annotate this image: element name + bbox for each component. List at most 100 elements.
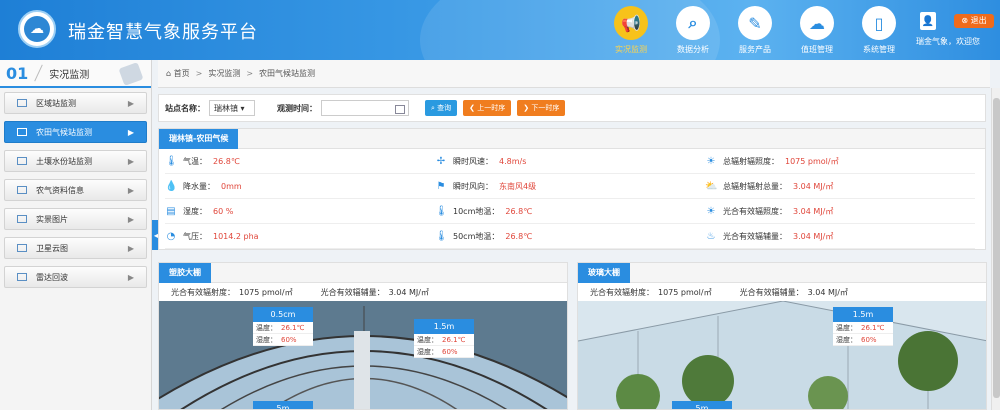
monitor-icon bbox=[17, 215, 27, 223]
metric-label: 总辐射辐照度： bbox=[723, 156, 779, 166]
section-number: 01 bbox=[6, 63, 29, 83]
metric-value: 1075 pmol/㎡ bbox=[785, 156, 839, 166]
phone-icon: ▯ bbox=[862, 6, 896, 40]
metric-label: 气压： bbox=[183, 231, 207, 241]
chevron-right-icon: ❯ bbox=[523, 104, 532, 112]
filter-bar: 站点名称： 瑞林镇 ▾ 观测时间： ⌕ 查询 ❮ 上一时序 ❯ 下一时序 bbox=[158, 94, 986, 122]
monitor-icon bbox=[17, 273, 27, 281]
scrollbar[interactable] bbox=[991, 88, 1000, 410]
metric-label: 气温： bbox=[183, 156, 207, 166]
metric-label: 瞬时风向： bbox=[453, 181, 493, 191]
station-metric: 🌡 50cm地温： 26.8℃ bbox=[435, 224, 705, 249]
prev-button[interactable]: ❮ 上一时序 bbox=[463, 100, 512, 116]
wind-flag-icon: ⚑ bbox=[436, 180, 446, 192]
metric-label: 总辐射辐射总量： bbox=[723, 181, 787, 191]
panel-stats: 光合有效辐射度： 1075 pmol/㎡ 光合有效辐辅量： 3.04 MJ/㎡ bbox=[171, 287, 429, 297]
search-icon: ⌕ bbox=[676, 6, 710, 40]
weather-logo-icon: ☁ bbox=[24, 16, 50, 42]
station-metric: ▤ 湿度： 60 % bbox=[165, 199, 435, 224]
greenhouse-illustration bbox=[159, 301, 567, 409]
chevron-right-icon: ▶ bbox=[127, 243, 134, 253]
station-metric: 🌡 气温： 26.8℃ bbox=[165, 149, 435, 174]
station-metric: ☀ 光合有效辐照度： 3.04 MJ/㎡ bbox=[705, 199, 975, 224]
station-metric: ⚑ 瞬时风向： 东南风4级 bbox=[435, 174, 705, 199]
monitor-icon bbox=[17, 99, 27, 107]
monitor-icon bbox=[17, 186, 27, 194]
sidebar: 01 实况监测 区域站监测 ▶ 农田气候站监测 ▶ 土壤水份站监测 ▶ 农气资料信息 ▶… bbox=[0, 60, 152, 410]
metric-value: 1014.2 pha bbox=[213, 231, 259, 241]
breadcrumb-home[interactable]: 首页 bbox=[174, 68, 190, 79]
monitor-icon bbox=[17, 244, 27, 252]
metric-label: 光合有效辐照度： bbox=[723, 206, 787, 216]
nav-item-system-management[interactable]: ▯ 系统管理 bbox=[848, 0, 910, 60]
station-tab[interactable]: 瑞林镇-农田气候 bbox=[159, 129, 239, 149]
megaphone-icon: 📢 bbox=[614, 6, 648, 40]
monitor-icon bbox=[17, 128, 27, 136]
nav-item-duty-management[interactable]: ☁ 值班管理 bbox=[786, 0, 848, 60]
monitor-icon bbox=[118, 62, 144, 86]
metric-value: 4.8m/s bbox=[499, 156, 527, 166]
time-input[interactable] bbox=[321, 100, 409, 116]
metric-value: 3.04 MJ/㎡ bbox=[793, 206, 834, 216]
sensor-0-5cm: 0.5cm 温度： 26.1℃ 湿度： 60% bbox=[253, 307, 313, 346]
scrollbar-thumb[interactable] bbox=[993, 98, 1000, 398]
thermometer-icon: 🌡 bbox=[165, 155, 178, 167]
query-button[interactable]: ⌕ 查询 bbox=[425, 100, 458, 116]
sidebar-item-farmland-station[interactable]: 农田气候站监测 ▶ bbox=[4, 121, 147, 143]
nav-item-service-products[interactable]: ✎ 服务产品 bbox=[724, 0, 786, 60]
metric-value: 26.8℃ bbox=[505, 231, 533, 241]
plastic-greenhouse-panel: 塑胶大棚 光合有效辐射度： 1075 pmol/㎡ 光合有效辐辅量： 3.04 MJ/… bbox=[158, 262, 568, 410]
breadcrumb: ⌂ 首页 > 实况监测 > 农田气候站监测 bbox=[158, 60, 990, 88]
station-metric: 🌡 10cm地温： 26.8℃ bbox=[435, 199, 705, 224]
wind-turbine-icon: ✢ bbox=[436, 155, 446, 167]
sidebar-item-radar[interactable]: 雷达回波 ▶ bbox=[4, 266, 147, 288]
time-label: 观测时间： bbox=[277, 103, 317, 113]
sidebar-menu: 区域站监测 ▶ 农田气候站监测 ▶ 土壤水份站监测 ▶ 农气资料信息 ▶ 实景图片 ▶ 卫… bbox=[0, 88, 151, 299]
cloud-icon: ☁ bbox=[800, 6, 834, 40]
breadcrumb-live[interactable]: 实况监测 bbox=[208, 68, 240, 79]
logout-button[interactable]: ⊗ 退出 bbox=[954, 14, 994, 28]
station-metric: 💧 降水量： 0mm bbox=[165, 174, 435, 199]
metric-value: 东南风4级 bbox=[499, 181, 537, 191]
chevron-right-icon: ▶ bbox=[127, 214, 134, 224]
metric-value: 60 % bbox=[213, 206, 234, 216]
station-select[interactable]: 瑞林镇 ▾ bbox=[209, 100, 255, 116]
humidity-icon: ▤ bbox=[166, 205, 176, 217]
monitor-icon bbox=[17, 157, 27, 165]
sidebar-item-live-images[interactable]: 实景图片 ▶ bbox=[4, 208, 147, 230]
main-nav: 📢 实况监测 ⌕ 数据分析 ✎ 服务产品 ☁ 值班管理 ▯ 系统管理 bbox=[600, 0, 910, 60]
divider bbox=[34, 64, 44, 82]
nav-item-live-monitoring[interactable]: 📢 实况监测 bbox=[600, 0, 662, 60]
app-title: 瑞金智慧气象服务平台 bbox=[68, 22, 258, 43]
greenhouse-photo: 0.5cm 温度： 26.1℃ 湿度： 60% 1.5m 温度： 26.1℃ 湿度： 60% 5… bbox=[159, 301, 567, 409]
greenhouse-photo: 1.5m 温度： 26.1℃ 湿度： 60% 5m bbox=[578, 301, 986, 409]
sidebar-item-soil-moisture[interactable]: 土壤水份站监测 ▶ bbox=[4, 150, 147, 172]
sensor-1-5m: 1.5m 温度： 26.1℃ 湿度： 60% bbox=[833, 307, 893, 346]
app-logo: ☁ bbox=[18, 10, 56, 48]
metric-label: 10cm地温： bbox=[453, 206, 500, 216]
sidebar-item-regional-station[interactable]: 区域站监测 ▶ bbox=[4, 92, 147, 114]
metric-label: 瞬时风速： bbox=[453, 156, 493, 166]
next-button[interactable]: ❯ 下一时序 bbox=[517, 100, 566, 116]
sidebar-item-satellite[interactable]: 卫星云图 ▶ bbox=[4, 237, 147, 259]
panel-tab[interactable]: 玻璃大棚 bbox=[578, 263, 630, 283]
welcome-text: 瑞金气象，欢迎您 bbox=[916, 37, 980, 46]
sun-icon: ☀ bbox=[706, 205, 716, 217]
raindrop-icon: 💧 bbox=[165, 180, 178, 192]
metric-label: 50cm地温： bbox=[453, 231, 500, 241]
panel-tab[interactable]: 塑胶大棚 bbox=[159, 263, 211, 283]
station-metric: ☀ 总辐射辐照度： 1075 pmol/㎡ bbox=[705, 149, 975, 174]
station-label: 站点名称： bbox=[165, 103, 205, 113]
home-icon: ⌂ bbox=[166, 69, 174, 78]
chevron-right-icon: ▶ bbox=[127, 98, 134, 108]
station-metric: ♨ 光合有效辐辅量： 3.04 MJ/㎡ bbox=[705, 224, 975, 249]
avatar[interactable]: 👤 bbox=[920, 12, 936, 30]
metric-value: 3.04 MJ/㎡ bbox=[793, 231, 834, 241]
station-card: 瑞林镇-农田气候 🌡 气温： 26.8℃ ✢ 瞬时风速： 4.8m/s ☀ 总辐射辐照度： 10… bbox=[158, 128, 986, 250]
metric-value: 0mm bbox=[221, 181, 242, 191]
sidebar-item-agro-data[interactable]: 农气资料信息 ▶ bbox=[4, 179, 147, 201]
nav-item-data-analysis[interactable]: ⌕ 数据分析 bbox=[662, 0, 724, 60]
greenhouse-illustration bbox=[578, 301, 986, 409]
sun-icon: ☀ bbox=[706, 155, 716, 167]
station-metric: ✢ 瞬时风速： 4.8m/s bbox=[435, 149, 705, 174]
